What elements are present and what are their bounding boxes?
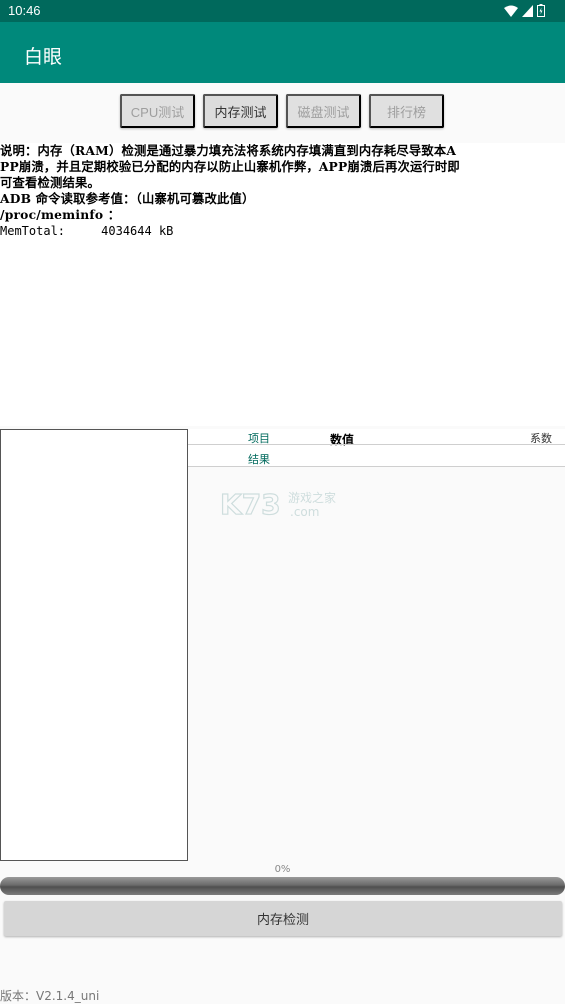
tab-leaderboard[interactable]: 排行榜 xyxy=(369,94,444,128)
wifi-icon xyxy=(504,5,518,17)
version-label: 版本：V2.1.4_uni xyxy=(0,989,100,1003)
progress-bar xyxy=(0,877,565,895)
description-panel: 说明：内存（RAM）检测是通过暴力填充法将系统内存填满直到内存耗尽导致本A PP… xyxy=(0,143,565,426)
k73-logo-icon: K73 游戏之家 .com xyxy=(219,487,336,521)
table-divider xyxy=(188,466,565,467)
description-line: PP崩溃，并且定期校验已分配的内存以防止山寨机作弊，APP崩溃后再次运行时即 xyxy=(0,159,460,174)
app-title: 白眼 xyxy=(24,46,63,68)
progress-percent: 0% xyxy=(274,864,291,875)
tab-memory-test[interactable]: 内存测试 xyxy=(203,94,278,128)
signal-icon xyxy=(522,4,533,17)
battery-icon xyxy=(537,4,545,17)
tab-cpu-test[interactable]: CPU测试 xyxy=(120,94,195,128)
description-line: 可查看检测结果。 xyxy=(0,175,100,190)
results-table: 项目 数值 系数 结果 xyxy=(188,429,565,467)
watermark-site-en: .com xyxy=(290,505,319,519)
watermark-site-cn: 游戏之家 xyxy=(288,490,336,505)
description-line: 说明：内存（RAM）检测是通过暴力填充法将系统内存填满直到内存耗尽导致本A xyxy=(0,143,457,158)
row-result: 结果 xyxy=(248,453,270,466)
memory-chart-panel xyxy=(0,429,188,861)
status-time: 10:46 xyxy=(8,3,41,18)
app-bar: 白眼 xyxy=(0,22,565,83)
column-value: 数值 xyxy=(330,433,355,447)
watermark-brand: K73 xyxy=(220,488,281,521)
tab-disk-test[interactable]: 磁盘测试 xyxy=(286,94,361,128)
table-divider xyxy=(188,444,565,445)
meminfo-path: /proc/meminfo ： xyxy=(0,207,121,222)
test-tabs: CPU测试 内存测试 磁盘测试 排行榜 xyxy=(120,94,444,128)
status-bar: 10:46 xyxy=(0,0,565,22)
status-icons xyxy=(504,4,545,17)
watermark-logo: K73 游戏之家 .com xyxy=(219,486,350,522)
mem-total: MemTotal: 4034644 kB xyxy=(0,224,174,238)
memory-test-button[interactable]: 内存检测 xyxy=(4,901,562,936)
adb-reference-line: ADB 命令读取参考值：（山寨机可篡改此值） xyxy=(0,191,255,206)
